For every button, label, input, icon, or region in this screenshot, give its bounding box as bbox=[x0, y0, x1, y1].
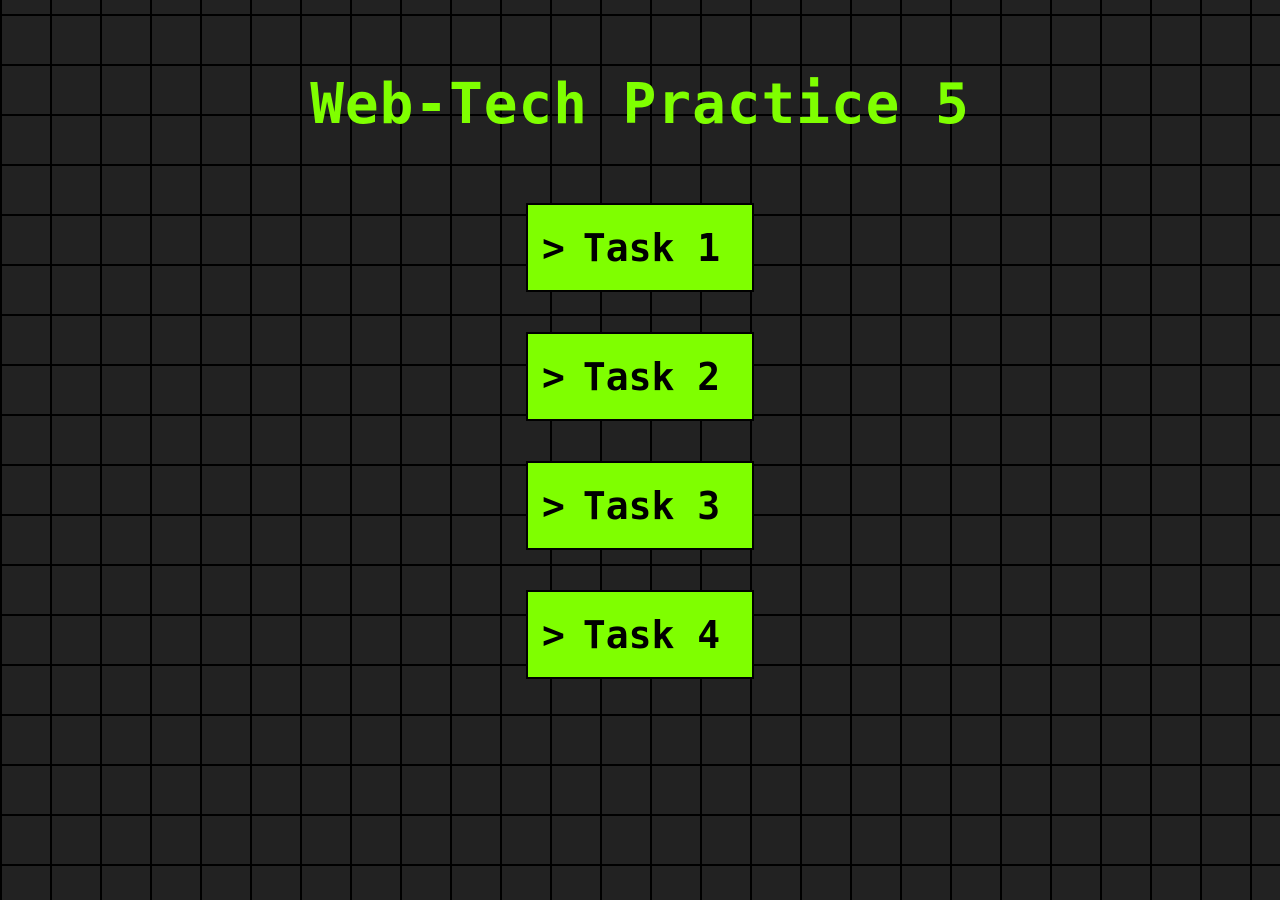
task-1-label: Task 1 bbox=[582, 225, 721, 270]
task-1-button[interactable]: > Task 1 bbox=[526, 203, 754, 292]
task-3-button[interactable]: > Task 3 bbox=[526, 461, 754, 550]
task-4-button[interactable]: > Task 4 bbox=[526, 590, 754, 679]
task-2-button[interactable]: > Task 2 bbox=[526, 332, 754, 421]
chevron-right-icon: > bbox=[542, 612, 565, 657]
task-3-label: Task 3 bbox=[582, 483, 721, 528]
page-title: Web-Tech Practice 5 bbox=[310, 72, 970, 137]
task-2-label: Task 2 bbox=[582, 354, 721, 399]
task-4-label: Task 4 bbox=[582, 612, 721, 657]
chevron-right-icon: > bbox=[542, 225, 565, 270]
chevron-right-icon: > bbox=[542, 483, 565, 528]
chevron-right-icon: > bbox=[542, 354, 565, 399]
task-menu: > Task 1 > Task 2 > Task 3 > Task 4 bbox=[526, 203, 754, 679]
